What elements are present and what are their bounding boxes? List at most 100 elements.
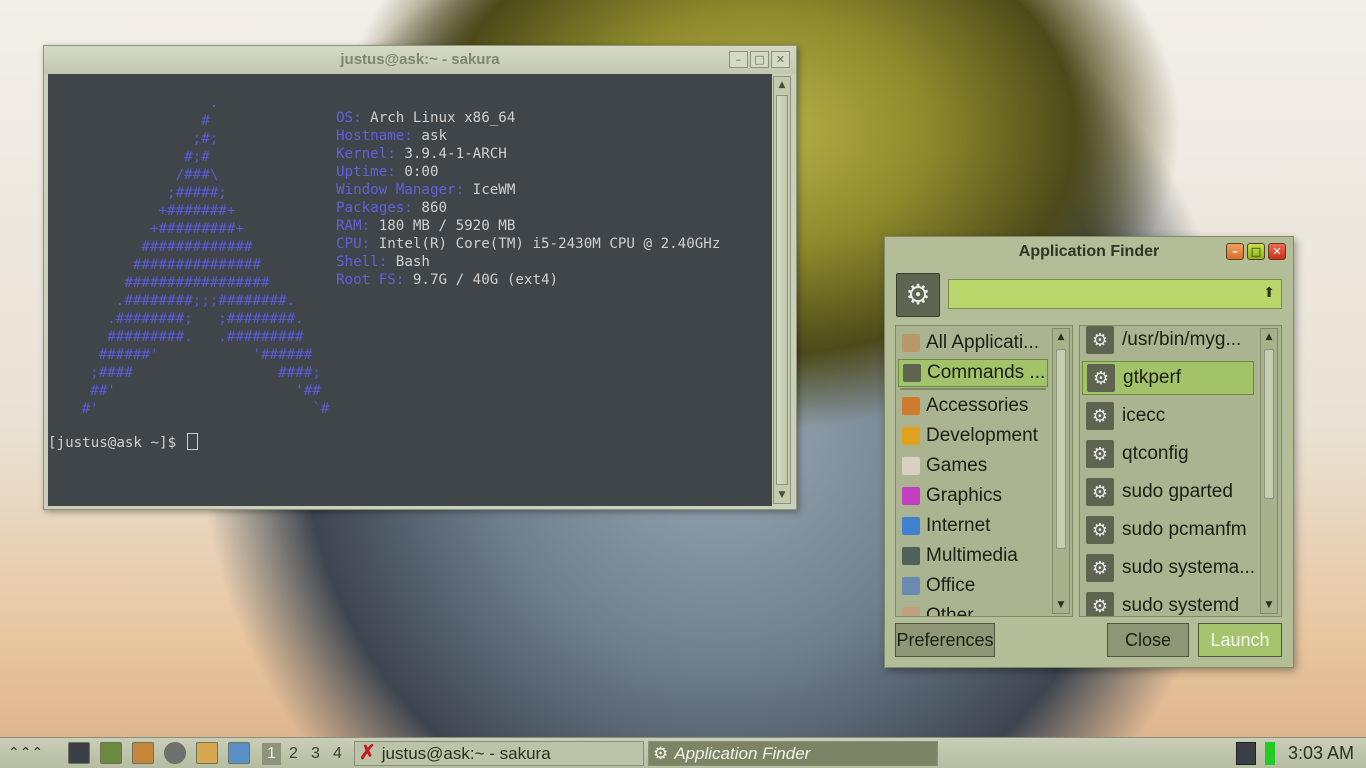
command-item[interactable]: ⚙ sudo pcmanfm: [1082, 513, 1254, 547]
info-key: Kernel:: [336, 146, 396, 162]
scroll-up-arrow[interactable]: ▲: [1261, 329, 1277, 345]
info-line: Packages: 860: [336, 199, 720, 217]
category-label: Graphics: [926, 485, 1003, 506]
category-scrollbar[interactable]: ▲ ▼: [1052, 328, 1070, 614]
workspace-4[interactable]: 4: [328, 743, 347, 765]
terminal-title: justus@ask:~ - sakura: [340, 51, 500, 68]
info-key: Root FS:: [336, 272, 405, 288]
all-apps-icon: [902, 334, 920, 352]
command-list[interactable]: ⚙ sudo systemd ⚙ sudo systema... ⚙ sudo pcman…: [1079, 325, 1282, 617]
category-all-applicati[interactable]: All Applicati...: [898, 329, 1048, 357]
info-line: Window Manager: IceWM: [336, 181, 720, 199]
info-key: OS:: [336, 110, 362, 126]
clear-arrow-icon[interactable]: ⬆: [1263, 285, 1275, 301]
arch-logo-ascii: . # ;#; #;# /###\ ;#####; +#######+ +###…: [81, 95, 330, 417]
command-item[interactable]: ⚙ gtkperf: [1082, 361, 1254, 395]
category-internet[interactable]: Internet: [898, 512, 1048, 540]
scroll-up-arrow[interactable]: ▲: [1053, 329, 1069, 345]
finder-close-button[interactable]: ✕: [1268, 243, 1286, 260]
monitor-icon[interactable]: [1236, 742, 1256, 765]
application-finder-window[interactable]: Application Finder – □ ✕ ⚙ ⬆ Other Office…: [884, 236, 1294, 668]
command-item[interactable]: ⚙ /usr/bin/myg...: [1082, 326, 1254, 357]
clock[interactable]: 3:03 AM: [1288, 741, 1354, 766]
category-accessories[interactable]: Accessories: [898, 392, 1048, 420]
scroll-down-arrow[interactable]: ▼: [1053, 597, 1069, 613]
search-input[interactable]: [949, 280, 1249, 308]
disc-launcher-icon[interactable]: [164, 742, 186, 764]
gear-icon: ⚙: [1086, 440, 1114, 468]
grid-launcher-icon[interactable]: [132, 742, 154, 764]
task-application-finder[interactable]: ⚙ Application Finder: [648, 741, 938, 766]
info-value: 9.7G / 40G (ext4): [404, 272, 559, 288]
minimize-button[interactable]: –: [729, 51, 748, 68]
maximize-button[interactable]: □: [750, 51, 769, 68]
start-menu-button[interactable]: ⌃⌃⌃: [8, 742, 54, 765]
info-line: Uptime: 0:00: [336, 163, 720, 181]
command-label: qtconfig: [1122, 443, 1189, 464]
command-item[interactable]: ⚙ qtconfig: [1082, 437, 1254, 471]
close-button[interactable]: Close: [1107, 623, 1189, 657]
info-line: Root FS: 9.7G / 40G (ext4): [336, 271, 720, 289]
info-value: Arch Linux x86_64: [361, 110, 516, 126]
info-key: Hostname:: [336, 128, 413, 144]
info-key: CPU:: [336, 236, 371, 252]
category-label: Accessories: [926, 395, 1029, 416]
command-label: sudo systemd: [1122, 595, 1240, 616]
command-label: sudo systema...: [1122, 557, 1254, 578]
task-terminal-label: justus@ask:~ - sakura: [381, 744, 551, 763]
task-terminal[interactable]: ✗ justus@ask:~ - sakura: [354, 741, 644, 766]
scroll-thumb[interactable]: [776, 95, 788, 485]
command-item[interactable]: ⚙ sudo gparted: [1082, 475, 1254, 509]
network-launcher-icon[interactable]: [228, 742, 250, 764]
category-multimedia[interactable]: Multimedia: [898, 542, 1048, 570]
terminal-scrollbar[interactable]: ▲ ▼: [773, 76, 791, 504]
category-other[interactable]: Other: [898, 602, 1048, 616]
info-value: ask: [412, 128, 448, 144]
scroll-thumb[interactable]: [1056, 349, 1066, 549]
command-label: gtkperf: [1123, 367, 1182, 388]
workspace-3[interactable]: 3: [306, 743, 325, 765]
scroll-down-arrow[interactable]: ▼: [774, 487, 790, 503]
category-graphics[interactable]: Graphics: [898, 482, 1048, 510]
internet-icon: [902, 517, 920, 535]
category-games[interactable]: Games: [898, 452, 1048, 480]
cpu-meter-icon[interactable]: [1265, 742, 1275, 765]
command-scrollbar[interactable]: ▲ ▼: [1260, 328, 1278, 614]
info-key: RAM:: [336, 218, 371, 234]
scroll-thumb[interactable]: [1264, 349, 1274, 499]
category-office[interactable]: Office: [898, 572, 1048, 600]
finder-titlebar[interactable]: Application Finder – □ ✕: [885, 237, 1293, 267]
info-line: Hostname: ask: [336, 127, 720, 145]
film-launcher-icon[interactable]: [100, 742, 122, 764]
category-list[interactable]: Other Office Multimedia Internet Graphics Gam…: [895, 325, 1073, 617]
graphics-icon: [902, 487, 920, 505]
scroll-up-arrow[interactable]: ▲: [774, 77, 790, 93]
terminal-window[interactable]: justus@ask:~ - sakura – □ ✕ . # ;#; #;# …: [43, 45, 797, 510]
category-separator: [900, 388, 1046, 390]
shell-prompt: [justus@ask ~]$: [48, 433, 198, 451]
category-commands[interactable]: Commands ...: [898, 359, 1048, 387]
preferences-button[interactable]: Preferences: [895, 623, 995, 657]
terminal-titlebar[interactable]: justus@ask:~ - sakura – □ ✕: [44, 46, 796, 74]
workspace-1[interactable]: 1: [262, 743, 281, 765]
workspace-2[interactable]: 2: [284, 743, 303, 765]
category-label: Internet: [926, 515, 991, 536]
games-icon: [902, 457, 920, 475]
finder-minimize-button[interactable]: –: [1226, 243, 1244, 260]
finder-maximize-button[interactable]: □: [1247, 243, 1265, 260]
category-development[interactable]: Development: [898, 422, 1048, 450]
close-button[interactable]: ✕: [771, 51, 790, 68]
terminal-content[interactable]: . # ;#; #;# /###\ ;#####; +#######+ +###…: [48, 74, 772, 506]
gear-icon: ⚙: [1087, 364, 1115, 392]
command-item[interactable]: ⚙ icecc: [1082, 399, 1254, 433]
command-item[interactable]: ⚙ sudo systemd: [1082, 589, 1254, 616]
launch-button[interactable]: Launch: [1198, 623, 1282, 657]
folder-launcher-icon[interactable]: [196, 742, 218, 764]
gear-icon: ⚙: [905, 278, 931, 311]
mode-toggle-button[interactable]: ⚙: [896, 273, 940, 317]
command-item[interactable]: ⚙ sudo systema...: [1082, 551, 1254, 585]
scroll-down-arrow[interactable]: ▼: [1261, 597, 1277, 613]
info-line: RAM: 180 MB / 5920 MB: [336, 217, 720, 235]
terminal-launcher-icon[interactable]: [68, 742, 90, 764]
search-box[interactable]: ⬆: [948, 279, 1282, 309]
